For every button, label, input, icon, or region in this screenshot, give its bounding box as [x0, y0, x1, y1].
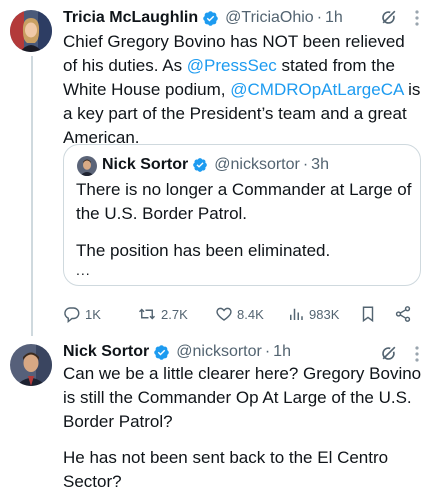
bookmark-button[interactable]	[359, 305, 377, 323]
views-icon	[287, 305, 305, 323]
separator: ·	[264, 343, 271, 360]
timestamp[interactable]: 1h	[325, 9, 343, 27]
avatar-nick-small	[77, 156, 97, 176]
quote-author-name: Nick Sortor	[102, 156, 189, 173]
tweet-nick[interactable]: Nick Sortor @nicksortor · 1h Can we be a…	[0, 336, 433, 500]
mention-presssec[interactable]: @PressSec	[187, 56, 277, 75]
author-name[interactable]: Tricia McLaughlin	[63, 9, 198, 27]
separator: ·	[316, 9, 323, 26]
tweet-header: Tricia McLaughlin @TriciaOhio · 1h	[63, 7, 425, 29]
quote-author-handle: @nicksortor	[214, 156, 300, 173]
tweet-tricia[interactable]: Tricia McLaughlin @TriciaOhio · 1h Chief…	[0, 0, 433, 336]
repost-count: 2.7K	[161, 306, 188, 322]
verified-badge-icon	[192, 157, 208, 173]
more-icon[interactable]	[409, 8, 425, 31]
views-count: 983K	[309, 306, 340, 322]
tweet-text: Chief Gregory Bovino has NOT been reliev…	[63, 30, 423, 150]
thread-line	[31, 56, 33, 336]
verified-badge-icon	[202, 10, 219, 27]
quoted-tweet[interactable]: Nick Sortor @nicksortor · 3h There is no…	[63, 144, 421, 286]
author-name[interactable]: Nick Sortor	[63, 343, 149, 361]
verified-badge-icon	[153, 344, 170, 361]
quote-text-line2: The position has been eliminated.	[76, 241, 331, 260]
repost-icon	[137, 305, 157, 323]
like-button[interactable]: 8.4K	[215, 305, 264, 323]
bookmark-icon	[359, 305, 377, 323]
reply-button[interactable]: 1K	[63, 305, 101, 323]
repost-button[interactable]: 2.7K	[137, 305, 188, 323]
tweet-text-para2: He has not been sent back to the El Cent…	[63, 448, 389, 491]
share-icon	[394, 305, 412, 323]
share-button[interactable]	[394, 305, 412, 323]
quote-text-line1: There is no longer a Commander at Large …	[76, 180, 412, 223]
timestamp[interactable]: 1h	[273, 343, 291, 361]
separator: ·	[302, 156, 309, 173]
reply-icon	[63, 305, 81, 323]
author-handle[interactable]: @TriciaOhio	[225, 9, 314, 27]
quote-more: ...	[76, 262, 91, 278]
like-count: 8.4K	[237, 306, 264, 322]
quote-timestamp: 3h	[311, 156, 329, 173]
author-handle[interactable]: @nicksortor	[176, 343, 262, 361]
quote-header: Nick Sortor @nicksortor · 3h	[102, 154, 329, 176]
action-bar: 1K 2.7K 8.4K 983K	[63, 305, 421, 325]
avatar-nick[interactable]	[10, 344, 52, 386]
grok-icon[interactable]	[379, 7, 399, 32]
reply-count: 1K	[85, 306, 101, 322]
like-icon	[215, 305, 233, 323]
tweet-header: Nick Sortor @nicksortor · 1h	[63, 341, 425, 363]
views-button[interactable]: 983K	[287, 305, 339, 323]
tweet-text-para1: Can we be a little clearer here? Gregory…	[63, 364, 422, 431]
avatar-tricia[interactable]	[10, 10, 52, 52]
mention-cmdropatlargeca[interactable]: @CMDROpAtLargeCA	[230, 80, 403, 99]
